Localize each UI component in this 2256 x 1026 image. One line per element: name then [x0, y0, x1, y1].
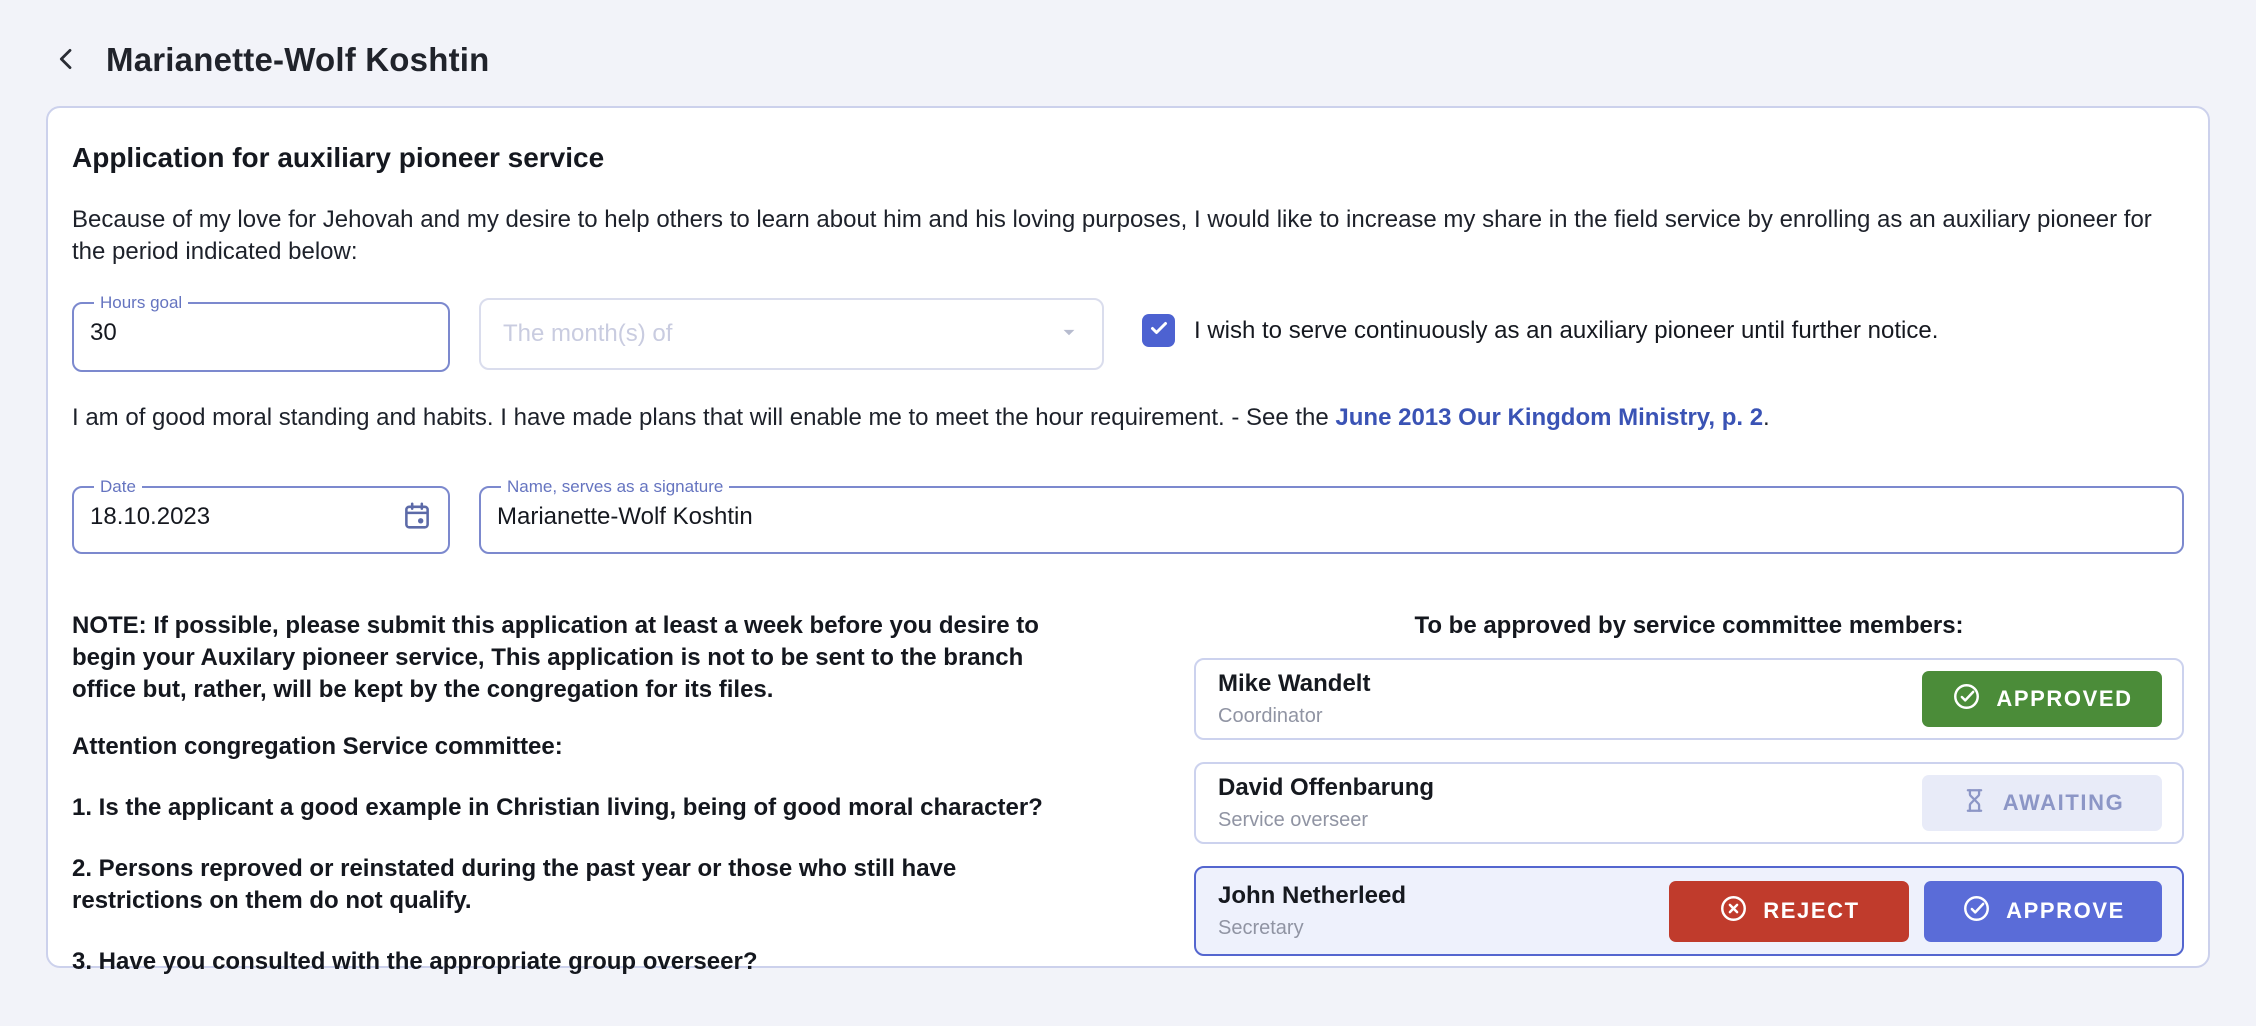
goal-row: Hours goal The month(s) of I wish to ser… — [72, 294, 2184, 372]
status-badge-label: APPROVED — [1996, 686, 2132, 712]
signature-name-field: Name, serves as a signature — [479, 478, 2184, 554]
chevron-left-icon — [50, 43, 82, 78]
date-input[interactable] — [88, 497, 400, 535]
intro-text: Because of my love for Jehovah and my de… — [72, 204, 2184, 268]
member-card-david-offenbarung: David Offenbarung Service overseer AWAIT… — [1194, 762, 2184, 844]
note-text: NOTE: If possible, please submit this ap… — [72, 610, 1064, 706]
question-3: 3. Have you consulted with the appropria… — [72, 946, 1064, 978]
check-icon — [1147, 316, 1171, 345]
signature-name-input[interactable] — [495, 497, 2168, 535]
continuous-service-checkbox[interactable] — [1142, 314, 1175, 347]
kingdom-ministry-link[interactable]: June 2013 Our Kingdom Ministry, p. 2 — [1335, 404, 1763, 431]
notes-column: NOTE: If possible, please submit this ap… — [72, 610, 1064, 978]
moral-statement: I am of good moral standing and habits. … — [72, 404, 2184, 432]
signature-row: Date Name, serves a — [72, 478, 2184, 554]
page-title: Marianette-Wolf Koshtin — [106, 41, 490, 79]
continuous-service-row: I wish to serve continuously as an auxil… — [1142, 314, 1938, 347]
member-role: Service overseer — [1218, 809, 1434, 832]
months-select[interactable]: The month(s) of — [479, 298, 1104, 370]
approve-button[interactable]: APPROVE — [1924, 881, 2162, 942]
question-1: 1. Is the applicant a good example in Ch… — [72, 792, 1064, 824]
status-badge-approved: APPROVED — [1922, 671, 2162, 727]
moral-text-before: I am of good moral standing and habits. … — [72, 404, 1335, 431]
member-info: David Offenbarung Service overseer — [1218, 774, 1434, 832]
application-card: Application for auxiliary pioneer servic… — [46, 106, 2210, 968]
check-circle-icon — [1951, 681, 1996, 718]
attention-text: Attention congregation Service committee… — [72, 731, 1064, 763]
hours-goal-input[interactable] — [88, 313, 434, 351]
hourglass-icon — [1960, 786, 2003, 821]
member-info: Mike Wandelt Coordinator — [1218, 670, 1370, 728]
continuous-service-label: I wish to serve continuously as an auxil… — [1194, 317, 1938, 345]
member-info: John Netherleed Secretary — [1218, 882, 1406, 940]
reject-button[interactable]: REJECT — [1669, 881, 1909, 942]
status-badge-awaiting: AWAITING — [1922, 775, 2162, 831]
member-name: John Netherleed — [1218, 882, 1406, 910]
status-badge-label: AWAITING — [2003, 790, 2125, 816]
member-name: Mike Wandelt — [1218, 670, 1370, 698]
signature-name-label: Name, serves as a signature — [501, 478, 729, 495]
member-card-mike-wandelt: Mike Wandelt Coordinator APPROVED — [1194, 658, 2184, 740]
approvals-column: To be approved by service committee memb… — [1194, 610, 2184, 978]
date-label: Date — [94, 478, 142, 495]
member-card-john-netherleed: John Netherleed Secretary REJECT — [1194, 866, 2184, 956]
form-title: Application for auxiliary pioneer servic… — [72, 142, 2184, 174]
x-circle-icon — [1718, 893, 1763, 930]
date-field: Date — [72, 478, 450, 554]
member-role: Coordinator — [1218, 705, 1370, 728]
calendar-icon — [400, 499, 434, 536]
approve-button-label: APPROVE — [2006, 898, 2125, 924]
lower-section: NOTE: If possible, please submit this ap… — [72, 610, 2184, 978]
member-name: David Offenbarung — [1218, 774, 1434, 802]
calendar-button[interactable] — [400, 499, 434, 535]
page-header: Marianette-Wolf Koshtin — [0, 0, 2256, 100]
months-placeholder: The month(s) of — [503, 320, 672, 348]
question-2: 2. Persons reproved or reinstated during… — [72, 853, 1064, 917]
approval-actions: REJECT APPROVE — [1669, 881, 2162, 942]
back-button[interactable] — [46, 40, 86, 80]
approvals-heading: To be approved by service committee memb… — [1194, 612, 2184, 640]
member-role: Secretary — [1218, 917, 1406, 940]
moral-text-after: . — [1763, 404, 1770, 431]
hours-goal-field: Hours goal — [72, 294, 450, 372]
reject-button-label: REJECT — [1763, 898, 1859, 924]
check-circle-icon — [1961, 893, 2006, 930]
caret-down-icon — [1056, 319, 1082, 350]
hours-goal-label: Hours goal — [94, 294, 188, 311]
